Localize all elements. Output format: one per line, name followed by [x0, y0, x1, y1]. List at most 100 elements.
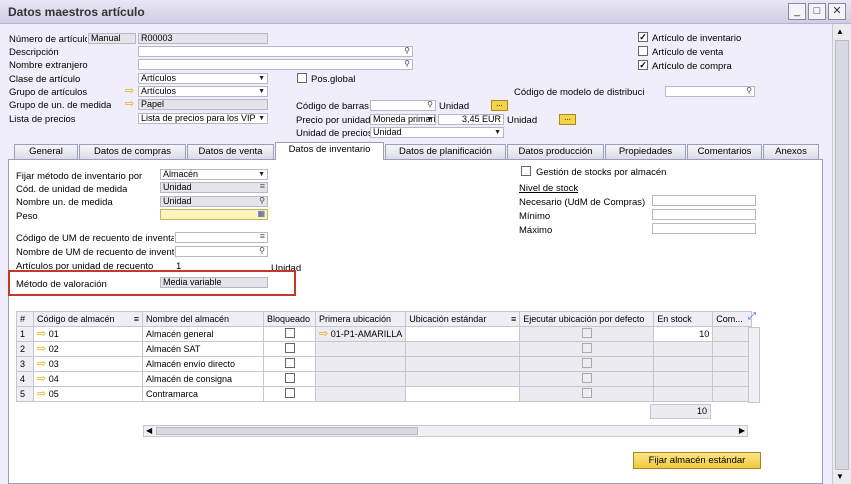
table-row[interactable]: 3 ⇨ 03 Almacén envío directo: [16, 356, 753, 372]
unit-price-more-button[interactable]: ...: [559, 114, 576, 125]
wh-code: 01: [48, 329, 59, 339]
uom-name-field[interactable]: Unidad: [160, 196, 268, 207]
item-no-label: Número de artículo: [9, 34, 87, 45]
item-group-select[interactable]: Artículos: [138, 86, 268, 97]
minimize-button[interactable]: _: [788, 3, 806, 20]
item-class-select[interactable]: Artículos: [138, 73, 268, 84]
item-no-field[interactable]: R00003: [138, 33, 268, 44]
scroll-left-icon[interactable]: ◀: [146, 426, 152, 435]
row-number: 1: [16, 326, 34, 342]
tab-sales[interactable]: Datos de venta: [187, 144, 274, 159]
link-arrow-icon[interactable]: ⇨: [125, 86, 134, 97]
default-bin-cell[interactable]: [405, 386, 521, 402]
price-unit-select[interactable]: Unidad: [370, 127, 504, 138]
total-stock: 10: [650, 404, 711, 419]
count-uom-code-field[interactable]: [175, 232, 268, 243]
col-header-in-stock[interactable]: En stock: [653, 311, 714, 327]
sales-item-checkbox[interactable]: [638, 46, 648, 56]
unit-price-field[interactable]: 3,45 EUR: [438, 114, 504, 125]
expand-icon[interactable]: ⤢: [748, 311, 756, 322]
col-header-first-bin[interactable]: Primera ubicación: [314, 311, 407, 327]
locked-checkbox[interactable]: [284, 373, 295, 383]
count-uom-name-label: Nombre de UM de recuento de inventario: [16, 247, 174, 258]
locked-checkbox[interactable]: [284, 328, 295, 338]
col-header-default-bin[interactable]: Ubicación estándar ≡: [405, 311, 521, 327]
min-label: Mínimo: [519, 211, 551, 222]
tab-production[interactable]: Datos producción: [507, 144, 604, 159]
inventory-item-checkbox[interactable]: ✓: [638, 32, 648, 42]
committed-cell: [712, 371, 753, 387]
wh-name: Almacén de consigna: [142, 371, 264, 387]
grid-vertical-scrollbar[interactable]: [748, 327, 760, 403]
scroll-thumb[interactable]: [156, 427, 418, 435]
uom-name-label: Nombre un. de medida: [16, 197, 113, 208]
link-arrow-icon[interactable]: ⇨: [319, 328, 328, 340]
enforce-bin-checkbox: [581, 388, 592, 398]
col-header-wh-code[interactable]: Código de almacén ≡: [33, 311, 143, 327]
link-arrow-icon[interactable]: ⇨: [37, 328, 46, 340]
item-no-series[interactable]: Manual: [88, 33, 136, 44]
vertical-scrollbar[interactable]: ▲ ▼: [832, 24, 851, 484]
link-arrow-icon[interactable]: ⇨: [37, 373, 46, 385]
valuation-field[interactable]: Media variable: [160, 277, 268, 288]
scroll-down-icon[interactable]: ▼: [836, 472, 844, 481]
col-header-enforce-default-bin[interactable]: Ejecutar ubicación por defecto: [519, 311, 655, 327]
tab-purchasing[interactable]: Datos de compras: [79, 144, 186, 159]
set-method-select[interactable]: Almacén: [160, 169, 268, 180]
barcode-field[interactable]: [370, 100, 436, 111]
description-field[interactable]: [138, 46, 413, 57]
weight-label: Peso: [16, 211, 38, 222]
tab-planning[interactable]: Datos de planificación: [385, 144, 506, 159]
locked-checkbox[interactable]: [284, 388, 295, 398]
required-field[interactable]: [652, 195, 756, 206]
row-number: 2: [16, 341, 34, 357]
foreign-name-field[interactable]: [138, 59, 413, 70]
col-header-locked[interactable]: Bloqueado: [263, 311, 316, 327]
table-row[interactable]: 4 ⇨ 04 Almacén de consigna: [16, 371, 753, 387]
maximize-button[interactable]: □: [808, 3, 826, 20]
max-field[interactable]: [652, 223, 756, 234]
grid-horizontal-scrollbar[interactable]: ◀ ▶: [143, 425, 748, 437]
distribution-model-field[interactable]: [665, 86, 755, 97]
manage-by-warehouse-checkbox[interactable]: [521, 166, 531, 176]
uom-code-field[interactable]: Unidad: [160, 182, 268, 193]
uom-group-field[interactable]: Papel: [138, 99, 268, 110]
default-bin-cell[interactable]: [405, 326, 521, 342]
locked-checkbox[interactable]: [284, 343, 295, 353]
title-bar: Datos maestros artículo _ □ ✕: [0, 0, 851, 24]
scroll-up-icon[interactable]: ▲: [836, 27, 844, 36]
barcode-more-button[interactable]: ...: [491, 100, 508, 111]
link-arrow-icon[interactable]: ⇨: [37, 388, 46, 400]
close-button[interactable]: ✕: [828, 3, 846, 20]
col-header-index[interactable]: #: [16, 311, 34, 327]
tab-properties[interactable]: Propiedades: [605, 144, 686, 159]
purchase-item-checkbox[interactable]: ✓: [638, 60, 648, 70]
col-header-wh-name[interactable]: Nombre del almacén: [142, 311, 264, 327]
scroll-right-icon[interactable]: ▶: [739, 426, 745, 435]
table-row[interactable]: 2 ⇨ 02 Almacén SAT: [16, 341, 753, 357]
locked-checkbox[interactable]: [284, 358, 295, 368]
unit-price-currency-select[interactable]: Moneda primaria: [370, 114, 436, 125]
tab-remarks[interactable]: Comentarios: [687, 144, 762, 159]
pos-global-checkbox[interactable]: [297, 73, 307, 83]
link-arrow-icon[interactable]: ⇨: [37, 343, 46, 355]
tab-attachments[interactable]: Anexos: [763, 144, 819, 159]
col-header-committed[interactable]: Com...: [712, 311, 753, 327]
min-field[interactable]: [652, 209, 756, 220]
table-row[interactable]: 5 ⇨ 05 Contramarca: [16, 386, 753, 402]
link-arrow-icon[interactable]: ⇨: [37, 358, 46, 370]
wh-code: 05: [48, 389, 59, 399]
scroll-thumb[interactable]: [835, 40, 849, 470]
default-bin-cell: [405, 341, 521, 357]
price-list-select[interactable]: Lista de precios para los VIP: [138, 113, 268, 124]
tab-general[interactable]: General: [14, 144, 78, 159]
stock-level-heading: Nivel de stock: [519, 183, 579, 194]
tab-inventory[interactable]: Datos de inventario: [275, 142, 384, 160]
link-arrow-icon[interactable]: ⇨: [125, 99, 134, 110]
table-row[interactable]: 1 ⇨ 01 Almacén general ⇨ 01-P1-AMARILLA …: [16, 326, 753, 342]
set-default-warehouse-button[interactable]: Fijar almacén estándar: [633, 452, 761, 469]
item-class-label: Clase de artículo: [9, 74, 81, 85]
count-uom-name-field[interactable]: [175, 246, 268, 257]
foreign-name-label: Nombre extranjero: [9, 60, 88, 71]
weight-field[interactable]: [160, 209, 268, 220]
